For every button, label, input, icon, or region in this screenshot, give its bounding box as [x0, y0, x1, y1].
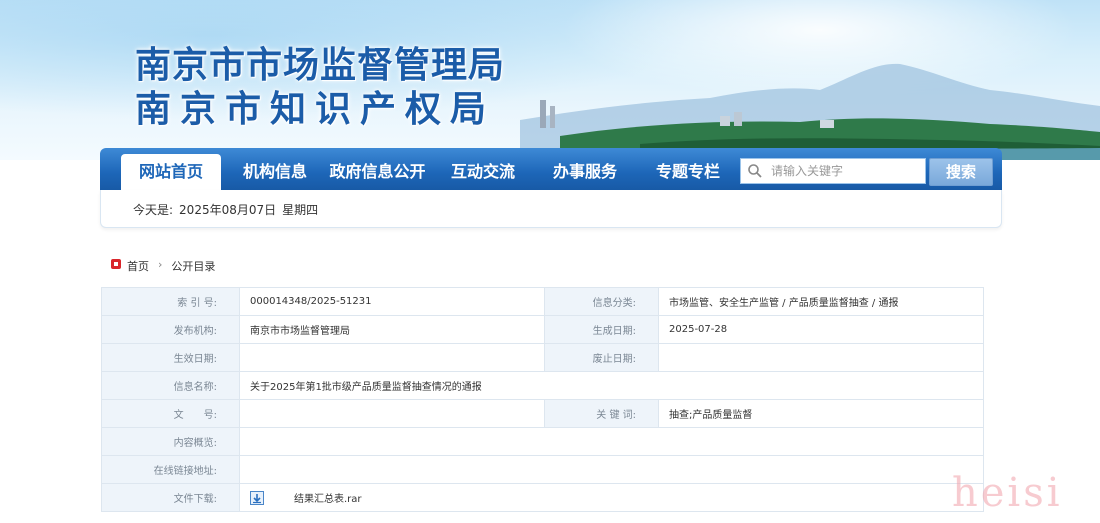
doc-number-label: 文 号: [101, 399, 240, 428]
expire-date-value [658, 343, 984, 372]
date-prefix: 今天是: [133, 203, 174, 217]
search-input[interactable] [771, 159, 921, 183]
index-label: 索 引 号: [101, 287, 240, 316]
keywords-label: 关 键 词: [544, 399, 659, 428]
header-banner: 南京市市场监督管理局 南京市知识产权局 [0, 0, 1100, 160]
online-link-label: 在线链接地址: [101, 455, 240, 484]
summary-label: 内容概览: [101, 427, 240, 456]
nav-item-gov-info[interactable]: 政府信息公开 [325, 148, 430, 190]
effective-date-value [239, 343, 545, 372]
publisher-value: 南京市市场监督管理局 [239, 315, 545, 344]
home-icon [111, 259, 121, 269]
nav-item-services[interactable]: 办事服务 [540, 148, 630, 190]
table-row: 信息名称: 关于2025年第1批市级产品质量监督抽查情况的通报 [101, 371, 984, 400]
table-row: 索 引 号: 000014348/2025-51231 信息分类: 市场监管、安… [101, 287, 984, 316]
search-button[interactable]: 搜索 [929, 158, 993, 186]
search-box [740, 158, 926, 184]
info-table: 索 引 号: 000014348/2025-51231 信息分类: 市场监管、安… [101, 287, 984, 512]
publisher-label: 发布机构: [101, 315, 240, 344]
nav-item-organization[interactable]: 机构信息 [230, 148, 320, 190]
nav-item-interaction[interactable]: 互动交流 [438, 148, 528, 190]
created-date-value: 2025-07-28 [658, 315, 984, 344]
keywords-value: 抽查;产品质量监督 [658, 399, 984, 428]
breadcrumb-home[interactable]: 首页 [127, 258, 149, 274]
date-value: 2025年08月07日 [179, 203, 277, 217]
table-row: 在线链接地址: [101, 455, 984, 484]
info-name-label: 信息名称: [101, 371, 240, 400]
doc-number-value [239, 399, 545, 428]
chevron-right-icon: › [158, 258, 163, 271]
table-row: 文件下载: 结果汇总表.rar [101, 483, 984, 512]
category-value: 市场监管、安全生产监管 / 产品质量监督抽查 / 通报 [658, 287, 984, 316]
banner-scenery-image [520, 63, 1100, 160]
watermark-text: heisi [952, 470, 1063, 516]
effective-date-label: 生效日期: [101, 343, 240, 372]
search-icon [748, 164, 762, 178]
table-row: 发布机构: 南京市市场监督管理局 生成日期: 2025-07-28 [101, 315, 984, 344]
download-label: 文件下载: [101, 483, 240, 512]
table-row: 文 号: 关 键 词: 抽查;产品质量监督 [101, 399, 984, 428]
today-date: 今天是: 2025年08月07日 星期四 [133, 201, 324, 218]
date-bar: 今天是: 2025年08月07日 星期四 [100, 190, 1002, 228]
nav-item-home[interactable]: 网站首页 [121, 154, 221, 190]
category-label: 信息分类: [544, 287, 659, 316]
created-date-label: 生成日期: [544, 315, 659, 344]
download-cell: 结果汇总表.rar [239, 483, 984, 512]
summary-value [239, 427, 984, 456]
nav-item-topics[interactable]: 专题专栏 [643, 148, 733, 190]
table-row: 生效日期: 废止日期: [101, 343, 984, 372]
breadcrumb-current[interactable]: 公开目录 [171, 258, 215, 274]
info-name-value: 关于2025年第1批市级产品质量监督抽查情况的通报 [239, 371, 984, 400]
index-value: 000014348/2025-51231 [239, 287, 545, 316]
online-link-value [239, 455, 984, 484]
expire-date-label: 废止日期: [544, 343, 659, 372]
download-icon[interactable] [250, 491, 264, 505]
weekday-value: 星期四 [282, 203, 319, 217]
breadcrumb: 首页 › 公开目录 [111, 258, 215, 274]
download-file-link[interactable]: 结果汇总表.rar [294, 494, 362, 505]
site-title-line2: 南京市知识产权局 [135, 88, 496, 130]
table-row: 内容概览: [101, 427, 984, 456]
